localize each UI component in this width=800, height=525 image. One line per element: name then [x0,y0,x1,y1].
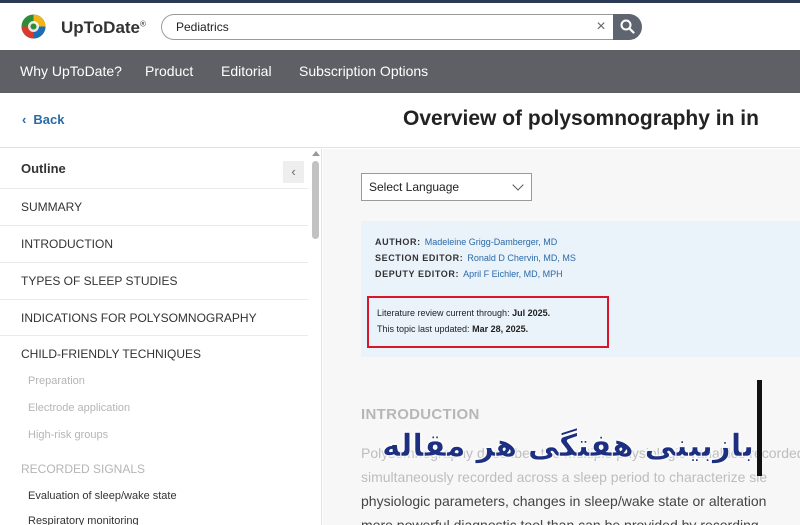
logo-text[interactable]: UpToDate® [61,18,146,38]
clear-search-icon[interactable]: × [591,17,611,37]
uptodate-page: UpToDate® × Why UpToDate? Product Editor… [0,0,800,525]
outline-heading: Outline [21,161,66,176]
outline-item-recorded-signals[interactable]: RECORDED SIGNALS [0,451,308,487]
literature-review-line: Literature review current through: Jul 2… [377,308,551,318]
paragraph-line: physiologic parameters, changes in sleep… [361,493,767,509]
section-editor-line: SECTION EDITOR: Ronald D Chervin, MD, MS [375,253,576,263]
back-link[interactable]: ‹ Back [22,112,64,127]
site-header: UpToDate® × [0,3,800,50]
outline-subitem-sleep-wake-state[interactable]: Evaluation of sleep/wake state [0,483,308,510]
uptodate-logo-icon[interactable] [21,14,46,39]
outline-subitem-electrode-application[interactable]: Electrode application [0,395,308,422]
search-input[interactable] [161,14,613,40]
topic-info-box: AUTHOR: Madeleine Grigg-Damberger, MD SEC… [361,221,800,357]
last-updated-line: This topic last updated: Mar 28, 2025. [377,324,529,334]
deputy-editor-link[interactable]: April F Eichler, MD, MPH [463,269,563,279]
collapse-outline-button[interactable]: ‹ [283,161,304,183]
weekly-review-caption: بازبینی هفتگی هر مقاله [381,428,755,465]
chevron-left-icon: ‹ [22,112,27,127]
nav-editorial[interactable]: Editorial [221,50,272,93]
outline-item-child-friendly-techniques[interactable]: CHILD-FRIENDLY TECHNIQUES [0,335,308,371]
outline-scroll-thumb[interactable] [312,161,319,239]
search-icon [620,19,635,34]
author-link[interactable]: Madeleine Grigg-Damberger, MD [425,237,558,247]
section-editor-link[interactable]: Ronald D Chervin, MD, MS [467,253,576,263]
nav-subscription-options[interactable]: Subscription Options [299,50,428,93]
outline-subitem-respiratory-monitoring[interactable]: Respiratory monitoring [0,508,308,525]
outline-sidebar: Outline ‹ SUMMARY INTRODUCTION TYPES OF … [0,149,322,525]
language-select[interactable]: Select Language [361,173,532,201]
outline-item-types-of-sleep-studies[interactable]: TYPES OF SLEEP STUDIES [0,262,308,298]
search-button[interactable] [613,14,642,40]
author-line: AUTHOR: Madeleine Grigg-Damberger, MD [375,237,558,247]
paragraph-line: simultaneously recorded across a sleep p… [361,469,768,485]
main-nav: Why UpToDate? Product Editorial Subscrip… [0,50,800,93]
topic-content: Select Language AUTHOR: Madeleine Grigg-D… [323,149,800,525]
introduction-heading: INTRODUCTION [361,406,480,423]
review-dates-highlight: Literature review current through: Jul 2… [367,296,609,348]
outline-item-summary[interactable]: SUMMARY [0,188,308,224]
outline-subitem-preparation[interactable]: Preparation [0,368,308,395]
overlay-divider [757,380,762,476]
outline-item-indications[interactable]: INDICATIONS FOR POLYSOMNOGRAPHY [0,299,308,335]
topic-title: Overview of polysomnography in in [403,107,759,130]
outline-subitem-high-risk-groups[interactable]: High-risk groups [0,422,308,449]
chevron-down-icon [512,179,524,191]
deputy-editor-line: DEPUTY EDITOR: April F Eichler, MD, MPH [375,269,563,279]
nav-product[interactable]: Product [145,50,193,93]
paragraph-line: more powerful diagnostic tool than can b… [361,517,759,525]
topic-header: ‹ Back Overview of polysomnography in in [0,93,800,148]
outline-item-introduction[interactable]: INTRODUCTION [0,225,308,261]
nav-why-uptodate[interactable]: Why UpToDate? [20,50,122,93]
scroll-up-arrow-icon[interactable] [312,151,320,156]
